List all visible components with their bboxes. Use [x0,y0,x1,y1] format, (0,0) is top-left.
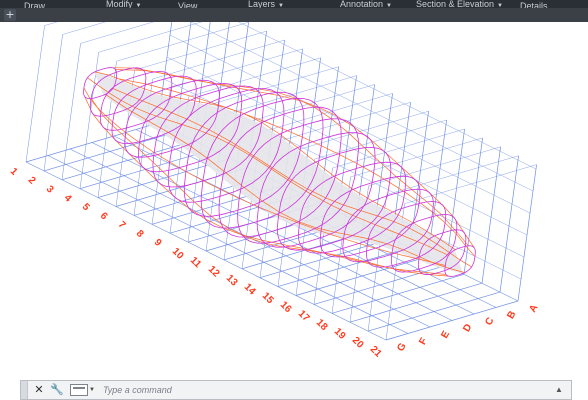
station-label: 20 [350,335,366,351]
ribbon-panel-section-elevation[interactable]: Section & Elevation ▼ [416,0,503,8]
station-label: 8 [134,228,146,240]
station-top-line [116,22,249,62]
chevron-down-icon[interactable]: ▼ [89,387,95,393]
station-top-line [80,22,154,44]
ribbon-panel-label: Section & Elevation [416,0,495,8]
station-label: 15 [260,291,276,307]
hull-model [83,67,476,277]
station-label: 21 [368,344,384,360]
station-label: 13 [224,273,240,289]
station-label: 19 [332,326,348,342]
command-input[interactable] [100,382,553,398]
station-label: 18 [314,317,330,333]
station-top-line [62,22,106,35]
station-label: 9 [152,237,164,249]
row-label: G [395,341,409,353]
chevron-up-icon[interactable]: ▲ [553,385,565,395]
ribbon-panel-label: Details [520,1,548,9]
station-label: 10 [170,246,186,262]
station-vertical-line [61,43,81,180]
ribbon-panel-modify[interactable]: Modify ▼ [106,0,141,8]
ribbon-panel-label: Annotation [340,0,384,8]
model-3d-view: 123456789101112131415161718192021ABCDEFG [8,22,540,360]
station-label: 12 [206,264,222,280]
station-label: 14 [242,282,258,298]
station-top-line [134,30,267,71]
close-icon[interactable]: ✕ [32,383,46,397]
row-label: B [505,309,518,321]
plus-icon[interactable]: + [4,9,16,21]
recent-commands-icon[interactable] [70,384,88,396]
row-label: F [417,336,430,347]
station-label: 4 [62,193,74,205]
command-line-grip[interactable] [21,381,28,399]
station-vertical-line [25,25,45,163]
ribbon-panel-label: Modify [106,0,133,8]
station-label: 1 [8,166,20,178]
station-label: 11 [188,255,204,271]
drawing-viewport[interactable]: 1 2 3 4 5 6 7 8 9 10 11 12 13 14 15 16 17 18 19 20 21 A B C D E F G [0,22,588,378]
station-label: 3 [44,184,56,196]
row-label: C [483,316,496,328]
station-label: 2 [26,175,38,187]
station-label: 7 [116,219,128,231]
ribbon-panel-label: Layers [248,0,276,8]
row-label: A [527,303,540,315]
station-label: 17 [296,308,312,324]
wrench-icon[interactable]: 🔧 [50,383,64,397]
file-tab-strip: + [0,8,588,22]
row-label: D [461,322,474,334]
ribbon-panel-label: View [178,1,198,9]
station-label: 16 [278,299,294,315]
station-top-line [44,22,58,26]
ribbon-panel-layers[interactable]: Layers ▼ [248,0,284,8]
command-line: ✕ 🔧 ▼ ▲ [20,380,572,400]
ribbon-panel-annotation[interactable]: Annotation ▼ [340,0,392,8]
row-label: E [439,329,452,341]
ribbon-panel-bar: Draw Modify ▼ View Layers ▼ Annotation ▼ Section… [0,0,588,8]
station-label: 6 [98,210,110,222]
station-vertical-line [43,34,63,171]
ribbon-panel-label: Draw [24,1,46,9]
station-label: 5 [80,202,92,214]
